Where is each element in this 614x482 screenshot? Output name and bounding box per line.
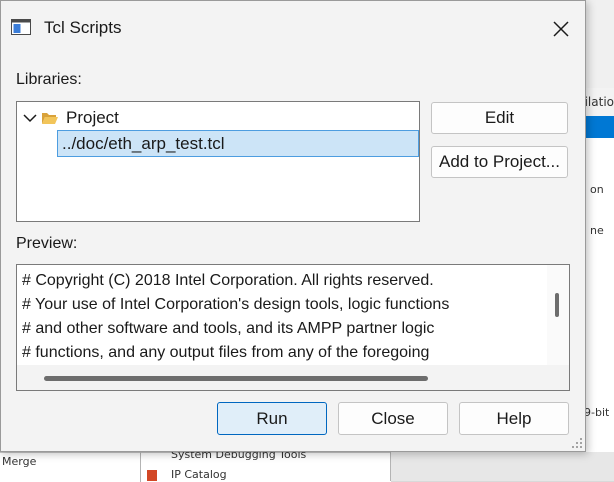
title-bar[interactable]: Tcl Scripts bbox=[1, 1, 585, 57]
close-button[interactable]: Close bbox=[338, 402, 448, 435]
folder-open-icon bbox=[42, 113, 58, 124]
tree-item-label: ../doc/eth_arp_test.tcl bbox=[62, 133, 225, 153]
dialog-title: Tcl Scripts bbox=[44, 18, 122, 37]
background-text-fragment: Merge bbox=[2, 455, 37, 468]
close-window-button[interactable] bbox=[541, 13, 581, 45]
background-text-fragment: ne bbox=[590, 224, 604, 237]
vertical-scroll-thumb[interactable] bbox=[555, 293, 559, 317]
background-messages-panel: Merge bbox=[0, 452, 140, 482]
preview-line: # and other software and tools, and its … bbox=[22, 320, 435, 337]
help-button[interactable]: Help bbox=[459, 402, 569, 435]
preview-label: Preview: bbox=[16, 235, 78, 252]
edit-button[interactable]: Edit bbox=[431, 102, 568, 134]
preview-line: # Copyright (C) 2018 Intel Corporation. … bbox=[22, 272, 434, 289]
libraries-label: Libraries: bbox=[16, 71, 82, 88]
resize-grip-icon[interactable] bbox=[571, 437, 583, 449]
window-icon bbox=[11, 19, 31, 35]
ip-catalog-icon bbox=[147, 470, 157, 481]
preview-pane[interactable]: # Copyright (C) 2018 Intel Corporation. … bbox=[16, 264, 570, 391]
tree-node-label: Project bbox=[66, 108, 119, 127]
preview-line: # Your use of Intel Corporation's design… bbox=[22, 296, 450, 313]
libraries-tree[interactable]: Project ../doc/eth_arp_test.tcl bbox=[16, 101, 420, 222]
chevron-down-icon[interactable] bbox=[21, 111, 39, 125]
background-tools-panel: System Debugging Tools IP Catalog bbox=[140, 448, 391, 482]
close-icon bbox=[553, 21, 569, 37]
background-bottom-right-panel bbox=[390, 452, 614, 481]
background-text-fragment: IP Catalog bbox=[171, 468, 227, 481]
run-button[interactable]: Run bbox=[217, 402, 327, 435]
tcl-scripts-dialog: Tcl Scripts Libraries: Project ../doc/et… bbox=[0, 0, 586, 452]
preview-line: # functions, and any output files from a… bbox=[22, 344, 430, 361]
background-text-fragment: on bbox=[590, 183, 604, 196]
tree-item-script[interactable]: ../doc/eth_arp_test.tcl bbox=[57, 130, 419, 157]
horizontal-scroll-thumb[interactable] bbox=[44, 376, 428, 381]
tree-node-project[interactable]: Project bbox=[19, 106, 399, 130]
add-to-project-button[interactable]: Add to Project... bbox=[431, 146, 568, 178]
